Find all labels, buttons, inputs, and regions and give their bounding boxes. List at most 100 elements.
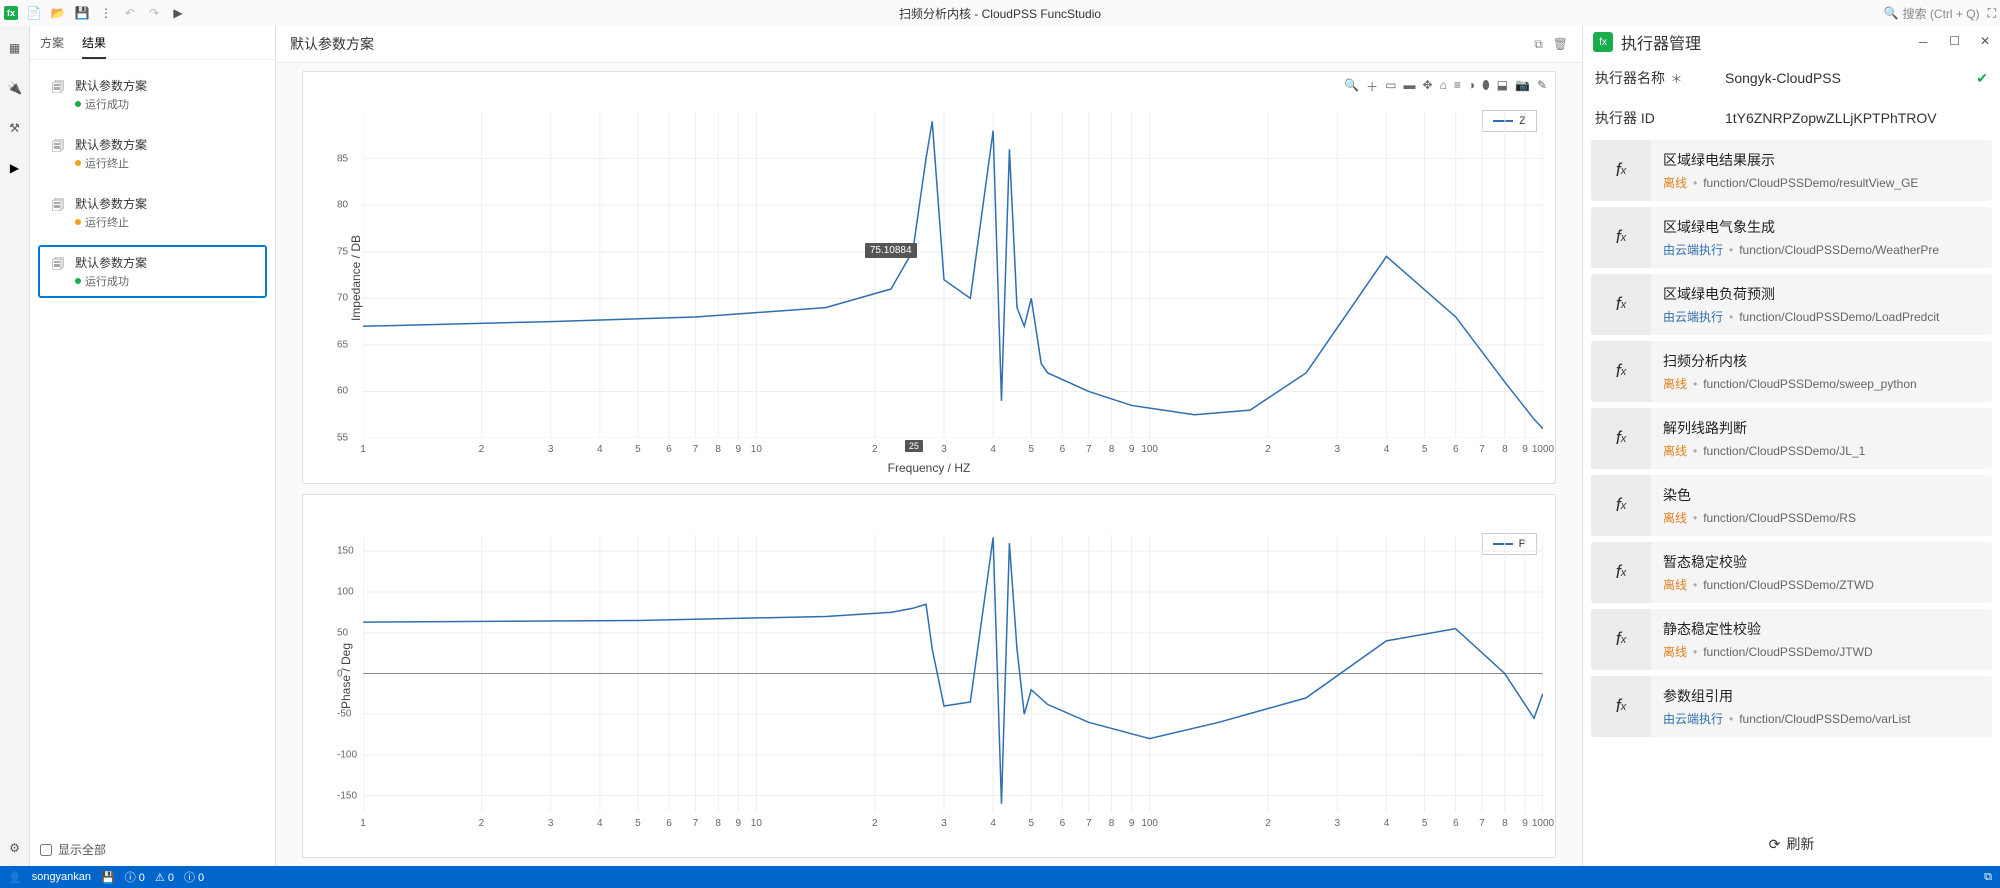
search-button[interactable]: 🔍 搜索 (Ctrl + Q) bbox=[1884, 5, 1980, 22]
y-tick: 0 bbox=[337, 668, 343, 679]
layout-icon[interactable]: ▦ bbox=[5, 38, 25, 58]
impedance-chart: 🔍 ＋ ▭ ▬ ✥ ⌂ ≡ ◑ ⬮ ⬓ 📷 ✎ Z bbox=[302, 71, 1556, 484]
x-tick: 9 bbox=[1129, 818, 1135, 829]
maximize-icon[interactable]: ☐ bbox=[1949, 34, 1960, 51]
status-info: ⓘ 0 bbox=[125, 869, 145, 885]
scheme-status: 运行终止 bbox=[75, 155, 147, 171]
executor-item[interactable]: fx 染色 离线•function/CloudPSSDemo/RS bbox=[1591, 475, 1992, 536]
executor-item[interactable]: fx 解列线路判断 离线•function/CloudPSSDemo/JL_1 bbox=[1591, 408, 1992, 469]
show-all-row[interactable]: 显示全部 bbox=[30, 833, 275, 866]
executor-item[interactable]: fx 区域绿电气象生成 由云端执行•function/CloudPSSDemo/… bbox=[1591, 207, 1992, 268]
home-icon[interactable]: ⌂ bbox=[1440, 78, 1447, 95]
x-tick: 5 bbox=[635, 444, 641, 455]
edit-icon[interactable]: ✎ bbox=[1537, 78, 1547, 95]
minus-icon[interactable]: ▭ bbox=[1385, 78, 1396, 95]
x-tick: 6 bbox=[1453, 818, 1459, 829]
executor-item-title: 参数组引用 bbox=[1663, 686, 1980, 706]
refresh-button[interactable]: ⟳ 刷新 bbox=[1583, 822, 2000, 866]
layout-toggle-icon[interactable]: ⧉ bbox=[1984, 871, 1992, 884]
left-panel: 方案 结果 🗐 默认参数方案 运行成功 🗐 默认参数方案 运行终止 🗐 默认参数… bbox=[30, 26, 276, 866]
plug-icon[interactable]: 🔌 bbox=[5, 78, 25, 98]
executor-item[interactable]: fx 区域绿电结果展示 离线•function/CloudPSSDemo/res… bbox=[1591, 140, 1992, 201]
function-icon: fx bbox=[1591, 676, 1651, 737]
executor-id-value[interactable]: 1tY6ZNRPZopwZLLjKPTPhTROV bbox=[1725, 110, 1988, 126]
redo-icon[interactable]: ↷ bbox=[146, 5, 162, 21]
titlebar: fx 📄 📂 💾 ⋮ ↶ ↷ ▶ 扫频分析内核 - CloudPSS FuncS… bbox=[0, 0, 2000, 26]
x-tick: 10 bbox=[751, 818, 762, 829]
add-icon[interactable]: ＋ bbox=[1366, 78, 1378, 95]
clone-icon[interactable]: ⧉ bbox=[1534, 37, 1543, 52]
scheme-item[interactable]: 🗐 默认参数方案 运行成功 bbox=[38, 245, 267, 298]
tab-scheme[interactable]: 方案 bbox=[40, 34, 64, 59]
x-tick: 1 bbox=[360, 818, 366, 829]
delete-icon[interactable]: 🗑 bbox=[1553, 37, 1568, 52]
plot-area-p[interactable] bbox=[363, 535, 1543, 812]
executor-item-title: 染色 bbox=[1663, 485, 1980, 505]
executor-item[interactable]: fx 区域绿电负荷预测 由云端执行•function/CloudPSSDemo/… bbox=[1591, 274, 1992, 335]
bars-icon[interactable]: ≡ bbox=[1454, 78, 1461, 95]
tag1-icon[interactable]: ◑ bbox=[1468, 78, 1475, 95]
x-tick: 10 bbox=[751, 444, 762, 455]
x-tick: 2 bbox=[872, 444, 878, 455]
center-title: 默认参数方案 bbox=[290, 34, 374, 54]
new-file-icon[interactable]: 📄 bbox=[26, 5, 42, 21]
x-tick: 8 bbox=[715, 818, 721, 829]
status-bar: 👤 songyankan 💾 ⓘ 0 ⚠ 0 ⓘ 0 ⧉ bbox=[0, 866, 2000, 888]
x-tick: 5 bbox=[1028, 444, 1034, 455]
executor-item-title: 扫频分析内核 bbox=[1663, 351, 1980, 371]
scheme-item[interactable]: 🗐 默认参数方案 运行成功 bbox=[38, 68, 267, 121]
y-tick: 60 bbox=[337, 386, 348, 397]
settings-icon[interactable]: ⚙ bbox=[5, 838, 25, 858]
x-tick: 4 bbox=[1384, 818, 1390, 829]
executor-item[interactable]: fx 参数组引用 由云端执行•function/CloudPSSDemo/var… bbox=[1591, 676, 1992, 737]
run-icon[interactable]: ▶ bbox=[170, 5, 186, 21]
center-content: 默认参数方案 ⧉ 🗑 🔍 ＋ ▭ ▬ ✥ ⌂ ≡ ◑ bbox=[276, 26, 1582, 866]
executor-item[interactable]: fx 扫频分析内核 离线•function/CloudPSSDemo/sweep… bbox=[1591, 341, 1992, 402]
camera-icon[interactable]: 📷 bbox=[1515, 78, 1530, 95]
zoom-icon[interactable]: 🔍 bbox=[1344, 78, 1359, 95]
x-tick: 7 bbox=[693, 818, 699, 829]
expand-panel-icon[interactable]: ⛶ bbox=[1988, 6, 1996, 21]
tools-icon[interactable]: ⚒ bbox=[5, 118, 25, 138]
download-icon[interactable]: ⬓ bbox=[1497, 78, 1508, 95]
executor-item-title: 暂态稳定校验 bbox=[1663, 552, 1980, 572]
scheme-status: 运行终止 bbox=[75, 214, 147, 230]
executor-item-title: 区域绿电气象生成 bbox=[1663, 217, 1980, 237]
scheme-item[interactable]: 🗐 默认参数方案 运行终止 bbox=[38, 186, 267, 239]
tab-result[interactable]: 结果 bbox=[82, 34, 106, 59]
status-warn: ⚠ 0 bbox=[155, 871, 174, 884]
show-all-checkbox[interactable] bbox=[40, 844, 52, 856]
y-axis-label-z: Impedance / DB bbox=[349, 235, 363, 321]
scheme-item[interactable]: 🗐 默认参数方案 运行终止 bbox=[38, 127, 267, 180]
executor-item[interactable]: fx 静态稳定性校验 离线•function/CloudPSSDemo/JTWD bbox=[1591, 609, 1992, 670]
x-tick: 8 bbox=[1109, 818, 1115, 829]
save-icon[interactable]: 💾 bbox=[74, 5, 90, 21]
close-icon[interactable]: ✕ bbox=[1980, 34, 1990, 51]
play-tab-icon[interactable]: ▶ bbox=[5, 158, 25, 178]
minimize-icon[interactable]: － bbox=[1917, 34, 1929, 51]
scheme-title: 默认参数方案 bbox=[75, 77, 147, 94]
show-all-label: 显示全部 bbox=[58, 841, 106, 858]
chart-x-marker: 25 bbox=[905, 440, 923, 452]
scheme-icon: 🗐 bbox=[49, 195, 67, 217]
x-tick: 3 bbox=[548, 444, 554, 455]
tag2-icon[interactable]: ⬮ bbox=[1482, 78, 1490, 95]
executor-item-title: 区域绿电负荷预测 bbox=[1663, 284, 1980, 304]
executor-item[interactable]: fx 暂态稳定校验 离线•function/CloudPSSDemo/ZTWD bbox=[1591, 542, 1992, 603]
function-icon: fx bbox=[1591, 274, 1651, 335]
square-icon[interactable]: ▬ bbox=[1404, 78, 1416, 95]
x-tick: 2 bbox=[1265, 444, 1271, 455]
x-tick: 3 bbox=[941, 818, 947, 829]
resize-icon[interactable]: ✥ bbox=[1423, 78, 1433, 95]
executor-item-title: 解列线路判断 bbox=[1663, 418, 1980, 438]
x-tick: 7 bbox=[1479, 444, 1485, 455]
scheme-status: 运行成功 bbox=[75, 96, 147, 112]
x-tick: 7 bbox=[1479, 818, 1485, 829]
undo-icon[interactable]: ↶ bbox=[122, 5, 138, 21]
y-tick: 100 bbox=[337, 587, 354, 598]
more-icon[interactable]: ⋮ bbox=[98, 5, 114, 21]
open-file-icon[interactable]: 📂 bbox=[50, 5, 66, 21]
x-tick: 9 bbox=[1129, 444, 1135, 455]
executor-name-value[interactable]: Songyk-CloudPSS ✔ bbox=[1725, 70, 1988, 87]
plot-area-z[interactable] bbox=[363, 112, 1543, 438]
